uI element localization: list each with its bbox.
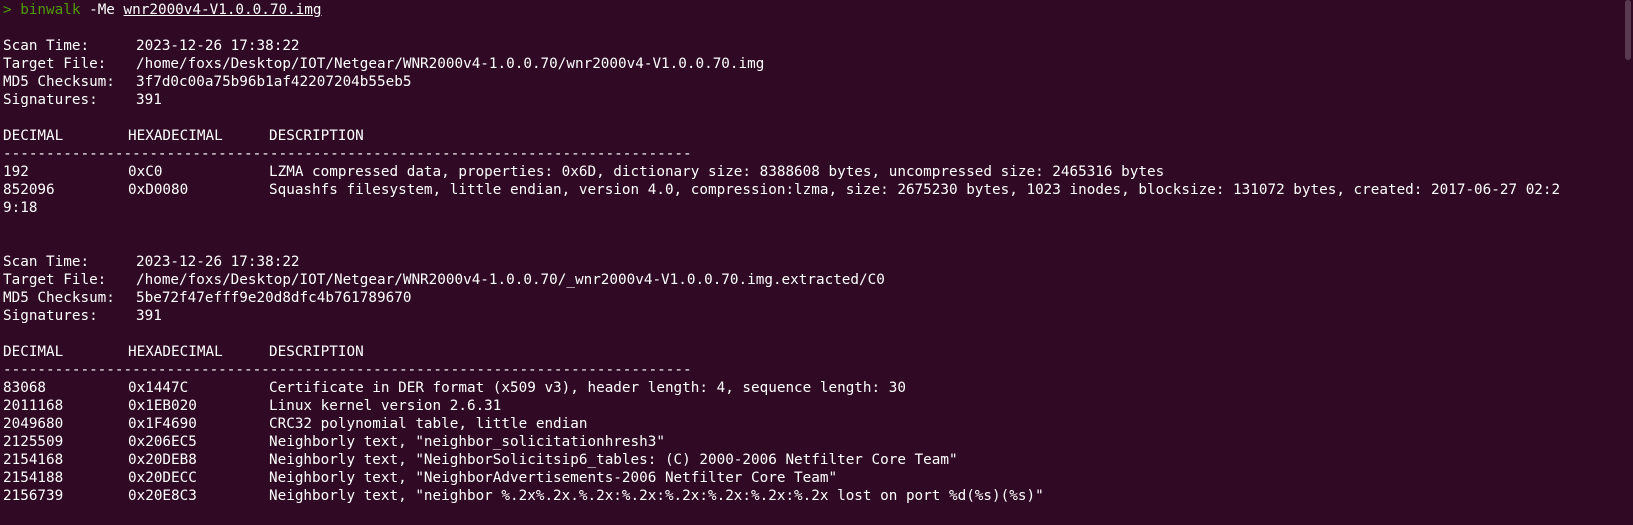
row-decimal: 2156739 xyxy=(3,488,64,504)
row-description-wrap: 9:18 xyxy=(3,200,38,216)
row-description: Neighborly text, "NeighborSolicitsip6_ta… xyxy=(269,452,958,468)
scan-time-value: 2023-12-26 17:38:22 xyxy=(136,254,300,270)
md5-line: MD5 Checksum: 5be72f47efff9e20d8dfc4b7617… xyxy=(3,289,1633,307)
row-hex: 0x20DECC xyxy=(128,470,197,486)
signatures-value: 391 xyxy=(136,308,162,324)
header-description: DESCRIPTION xyxy=(269,344,364,360)
row-description: CRC32 polynomial table, little endian xyxy=(269,416,588,432)
row-hex: 0x1F4690 xyxy=(128,416,197,432)
row-decimal: 2125509 xyxy=(3,434,64,450)
header-decimal: DECIMAL xyxy=(3,128,64,144)
row-description: Neighborly text, "neighbor %.2x%.2x.%.2x… xyxy=(269,488,1044,504)
header-decimal: DECIMAL xyxy=(3,344,64,360)
table-row: 83068 0x1447C Certificate in DER format (x… xyxy=(3,379,1633,397)
table-row: 2011168 0x1EB020 Linux kernel version 2.6.… xyxy=(3,397,1633,415)
row-decimal: 2049680 xyxy=(3,416,64,432)
row-description: Certificate in DER format (x509 v3), hea… xyxy=(269,380,906,396)
row-description: LZMA compressed data, properties: 0x6D, … xyxy=(269,164,1165,180)
scan-time-line: Scan Time: 2023-12-26 17:38:22 xyxy=(3,37,1633,55)
row-decimal: 852096 xyxy=(3,182,55,198)
row-description: Squashfs filesystem, little endian, vers… xyxy=(269,182,1561,198)
scan-time-value: 2023-12-26 17:38:22 xyxy=(136,38,300,54)
row-decimal: 2011168 xyxy=(3,398,64,414)
md5-value: 3f7d0c00a75b96b1af42207204b55eb5 xyxy=(136,74,412,90)
row-decimal: 2154168 xyxy=(3,452,64,468)
row-hex: 0xD0080 xyxy=(128,182,189,198)
md5-line: MD5 Checksum: 3f7d0c00a75b96b1af42207204b… xyxy=(3,73,1633,91)
scrollbar[interactable] xyxy=(1625,0,1631,60)
table-row: 192 0xC0 LZMA compressed data, properties:… xyxy=(3,163,1633,181)
signatures-value: 391 xyxy=(136,92,162,108)
table-row: 2125509 0x206EC5 Neighborly text, "neighbo… xyxy=(3,433,1633,451)
table-separator: ----------------------------------------… xyxy=(3,146,692,162)
table-row: 2154168 0x20DEB8 Neighborly text, "Neighbo… xyxy=(3,451,1633,469)
scan-block-2: Scan Time: 2023-12-26 17:38:22 Target Fil… xyxy=(3,253,1633,505)
scan-time-label: Scan Time: xyxy=(3,38,90,54)
signatures-line: Signatures: 391 xyxy=(3,307,1633,325)
row-decimal: 83068 xyxy=(3,380,47,396)
signatures-label: Signatures: xyxy=(3,92,98,108)
signatures-label: Signatures: xyxy=(3,308,98,324)
row-hex: 0x206EC5 xyxy=(128,434,197,450)
header-hexadecimal: HEXADECIMAL xyxy=(128,128,223,144)
scan-block-1: Scan Time: 2023-12-26 17:38:22 Target Fil… xyxy=(3,37,1633,253)
terminal-window[interactable]: > binwalk -Me wnr2000v4-V1.0.0.70.img Sc… xyxy=(0,0,1633,525)
target-file-label: Target File: xyxy=(3,56,107,72)
row-hex: 0x1EB020 xyxy=(128,398,197,414)
prompt-symbol: > xyxy=(3,2,12,18)
row-description: Neighborly text, "NeighborAdvertisements… xyxy=(269,470,838,486)
command-line: > binwalk -Me wnr2000v4-V1.0.0.70.img xyxy=(3,1,1633,19)
row-hex: 0x20DEB8 xyxy=(128,452,197,468)
md5-label: MD5 Checksum: xyxy=(3,74,115,90)
row-description: Linux kernel version 2.6.31 xyxy=(269,398,502,414)
md5-value: 5be72f47efff9e20d8dfc4b761789670 xyxy=(136,290,412,306)
command-flags: -Me xyxy=(89,2,115,18)
target-file-label: Target File: xyxy=(3,272,107,288)
row-decimal: 2154188 xyxy=(3,470,64,486)
command-target-file[interactable]: wnr2000v4-V1.0.0.70.img xyxy=(124,2,322,18)
row-hex: 0x20E8C3 xyxy=(128,488,197,504)
table-row: 2156739 0x20E8C3 Neighborly text, "neighbo… xyxy=(3,487,1633,505)
signatures-line: Signatures: 391 xyxy=(3,91,1633,109)
row-hex: 0x1447C xyxy=(128,380,189,396)
table-separator: ----------------------------------------… xyxy=(3,362,692,378)
row-decimal: 192 xyxy=(3,164,29,180)
table-header: DECIMAL HEXADECIMAL DESCRIPTION xyxy=(3,127,1633,145)
md5-label: MD5 Checksum: xyxy=(3,290,115,306)
table-header: DECIMAL HEXADECIMAL DESCRIPTION xyxy=(3,343,1633,361)
scan-time-label: Scan Time: xyxy=(3,254,90,270)
header-description: DESCRIPTION xyxy=(269,128,364,144)
table-row: 2154188 0x20DECC Neighborly text, "Neighbo… xyxy=(3,469,1633,487)
target-file-line: Target File: /home/foxs/Desktop/IOT/Netge… xyxy=(3,271,1633,289)
row-hex: 0xC0 xyxy=(128,164,163,180)
header-hexadecimal: HEXADECIMAL xyxy=(128,344,223,360)
table-row: 2049680 0x1F4690 CRC32 polynomial table, l… xyxy=(3,415,1633,433)
target-file-value: /home/foxs/Desktop/IOT/Netgear/WNR2000v4… xyxy=(136,272,885,288)
row-description: Neighborly text, "neighbor_solicitationh… xyxy=(269,434,665,450)
table-row: 852096 0xD0080 Squashfs filesystem, little… xyxy=(3,181,1633,199)
target-file-value: /home/foxs/Desktop/IOT/Netgear/WNR2000v4… xyxy=(136,56,765,72)
scan-time-line: Scan Time: 2023-12-26 17:38:22 xyxy=(3,253,1633,271)
target-file-line: Target File: /home/foxs/Desktop/IOT/Netge… xyxy=(3,55,1633,73)
command-program: binwalk xyxy=(20,2,81,18)
